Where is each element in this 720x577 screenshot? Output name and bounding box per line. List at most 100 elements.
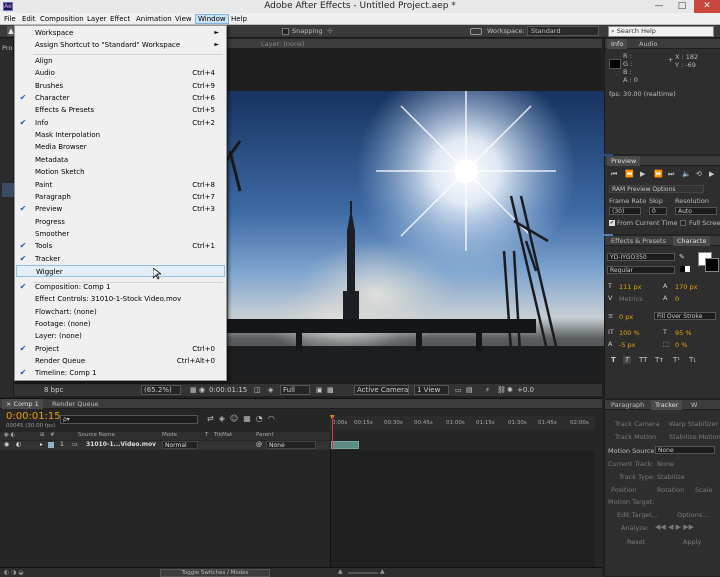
workspace-select[interactable]: Standard bbox=[527, 26, 599, 36]
parent-pickwhip-icon[interactable]: @ bbox=[256, 441, 262, 448]
frame-rate-dropdown[interactable]: (30) bbox=[609, 207, 641, 215]
menu-item-tools[interactable]: ✔ Tools Ctrl+1 bbox=[16, 240, 225, 252]
layer-mode-dropdown[interactable]: Normal bbox=[162, 441, 198, 449]
leading-value[interactable]: 170 px bbox=[675, 283, 697, 291]
tab-comp1[interactable]: × Comp 1 bbox=[2, 399, 43, 409]
layer-name[interactable]: 31010-1...Video.mov bbox=[86, 441, 156, 448]
tab-info[interactable]: Info bbox=[607, 39, 628, 49]
baseline-value[interactable]: -5 px bbox=[619, 341, 636, 349]
apply-button[interactable]: Apply bbox=[683, 538, 701, 546]
menu-item-footage-none[interactable]: Footage: (none) bbox=[16, 318, 225, 330]
from-current-checkbox[interactable]: ✔ bbox=[609, 220, 615, 226]
menu-item-align[interactable]: Align bbox=[16, 55, 225, 67]
fast-preview-icon[interactable]: ⚡ bbox=[485, 386, 490, 394]
reset-button[interactable]: Reset bbox=[627, 538, 645, 546]
menu-help[interactable]: Help bbox=[229, 14, 249, 24]
flowchart-icon[interactable]: ⛓ bbox=[497, 386, 506, 394]
menu-item-project[interactable]: ✔ Project Ctrl+0 bbox=[16, 343, 225, 355]
tab-paragraph[interactable]: Paragraph bbox=[607, 400, 648, 410]
hscale-value[interactable]: 95 % bbox=[675, 329, 692, 337]
font-size-value[interactable]: 111 px bbox=[619, 283, 641, 291]
tsume-value[interactable]: 0 % bbox=[675, 341, 687, 349]
exposure-value[interactable]: +0.0 bbox=[517, 386, 534, 394]
stroke-type-dropdown[interactable]: Fill Over Stroke bbox=[654, 312, 716, 320]
tab-tracker[interactable]: Tracker bbox=[651, 400, 683, 410]
tab-preview[interactable]: Preview bbox=[607, 156, 641, 166]
menu-item-effect-controls-31010-1-stock-video-mov[interactable]: Effect Controls: 31010-1-Stock Video.mov bbox=[16, 293, 225, 305]
layer-tab[interactable]: Layer: (none) bbox=[257, 39, 309, 49]
project-tab-label[interactable]: Pro bbox=[2, 44, 12, 52]
eyedropper-icon[interactable]: ✎ bbox=[679, 253, 685, 261]
snapping-checkbox[interactable] bbox=[282, 28, 289, 35]
stabilize-motion-button[interactable]: Stabilize Motion bbox=[669, 433, 720, 441]
track-camera-button[interactable]: Track Camera bbox=[615, 420, 660, 428]
menu-item-preview[interactable]: ✔ Preview Ctrl+3 bbox=[16, 203, 225, 215]
camera-dropdown[interactable]: Active Camera bbox=[354, 385, 409, 395]
small-caps-icon[interactable]: Tт bbox=[655, 356, 663, 364]
menu-file[interactable]: File bbox=[2, 14, 18, 24]
viewer-timecode[interactable]: 0:00:01:15 bbox=[209, 386, 247, 394]
subscript-icon[interactable]: T₁ bbox=[689, 356, 696, 364]
graph-editor-icon[interactable]: ◠ bbox=[268, 414, 280, 423]
layout-icon[interactable]: ▤ bbox=[466, 386, 473, 394]
menu-item-layer-none[interactable]: Layer: (none) bbox=[16, 330, 225, 342]
track-type-value[interactable]: Stabilize bbox=[657, 473, 685, 481]
menu-animation[interactable]: Animation bbox=[134, 14, 174, 24]
search-help-field[interactable]: ⌕ Search Help bbox=[608, 26, 714, 37]
font-style-dropdown[interactable]: Regular bbox=[607, 266, 675, 274]
zoom-out-icon[interactable]: ▲ bbox=[338, 568, 343, 575]
options-button[interactable]: Options... bbox=[677, 511, 708, 519]
vscale-value[interactable]: 100 % bbox=[619, 329, 640, 337]
scale-option[interactable]: Scale bbox=[695, 486, 713, 494]
audio-icon[interactable]: 🔈 bbox=[682, 170, 691, 178]
menu-effect[interactable]: Effect bbox=[108, 14, 132, 24]
edit-target-button[interactable]: Edit Target... bbox=[617, 511, 658, 519]
snapshot-icon[interactable]: ◫ bbox=[254, 386, 261, 394]
loop-icon[interactable]: ⟲ bbox=[696, 170, 702, 178]
current-track-value[interactable]: None bbox=[657, 460, 674, 468]
stroke-color-swatch[interactable] bbox=[705, 258, 719, 272]
tab-effects-presets[interactable]: Effects & Presets bbox=[607, 236, 670, 246]
menu-item-tracker[interactable]: ✔ Tracker bbox=[16, 253, 225, 265]
exposure-icon[interactable]: ✺ bbox=[507, 386, 513, 394]
expand-triangle-icon[interactable]: ▸ bbox=[40, 441, 43, 448]
grid-icon[interactable]: ▦ bbox=[190, 386, 197, 394]
col-trkmat[interactable]: TrkMat bbox=[214, 432, 232, 438]
menu-item-mask-interpolation[interactable]: Mask Interpolation bbox=[16, 129, 225, 141]
zoom-dropdown[interactable]: (65.2%) bbox=[141, 385, 181, 395]
time-ruler[interactable]: ▼ 0:00s 00:15s 00:30s 00:45s 01:00s 01:1… bbox=[330, 414, 595, 430]
comp-flowchart-icon[interactable]: ⇄ bbox=[207, 414, 219, 423]
menu-layer[interactable]: Layer bbox=[85, 14, 109, 24]
menu-item-render-queue[interactable]: Render Queue Ctrl+Alt+0 bbox=[16, 355, 225, 367]
col-t[interactable]: T bbox=[205, 432, 208, 438]
shy-icon[interactable]: ☺ bbox=[230, 414, 243, 423]
maximize-button[interactable]: □ bbox=[671, 0, 693, 13]
close-tab-icon[interactable]: × bbox=[6, 400, 11, 408]
channel-icon[interactable]: ◈ bbox=[268, 386, 273, 394]
footer-icons[interactable]: ◐ ◑ ◒ bbox=[4, 569, 24, 576]
all-caps-icon[interactable]: TT bbox=[639, 356, 647, 364]
menu-item-info[interactable]: ✔ Info Ctrl+2 bbox=[16, 117, 225, 129]
kerning-value[interactable]: Metrics bbox=[619, 295, 643, 303]
zoom-in-icon[interactable]: ▲ bbox=[380, 568, 385, 575]
col-mode[interactable]: Mode bbox=[162, 432, 177, 438]
resolution-dropdown-preview[interactable]: Auto bbox=[675, 207, 717, 215]
minimize-button[interactable]: — bbox=[648, 0, 670, 13]
menu-composition[interactable]: Composition bbox=[38, 14, 86, 24]
skip-dropdown[interactable]: 0 bbox=[649, 207, 667, 215]
full-screen-checkbox[interactable] bbox=[680, 220, 686, 226]
menu-item-flowchart-none[interactable]: Flowchart: (none) bbox=[16, 306, 225, 318]
menu-item-smoother[interactable]: Smoother bbox=[16, 228, 225, 240]
play-icon[interactable]: ▶ bbox=[640, 170, 645, 178]
speaker-icon[interactable]: ◐ bbox=[16, 441, 21, 448]
position-option[interactable]: Position bbox=[611, 486, 636, 494]
rotation-option[interactable]: Rotation bbox=[657, 486, 684, 494]
faux-bold-icon[interactable]: T bbox=[611, 356, 616, 364]
ram-preview-options-dropdown[interactable]: RAM Preview Options bbox=[609, 185, 704, 193]
menu-item-composition-comp-1[interactable]: ✔ Composition: Comp 1 bbox=[16, 281, 225, 293]
label-color-swatch[interactable] bbox=[48, 442, 54, 448]
views-dropdown[interactable]: 1 View bbox=[414, 385, 449, 395]
prev-frame-icon[interactable]: ⏪ bbox=[625, 170, 634, 178]
menu-item-effects-presets[interactable]: Effects & Presets Ctrl+5 bbox=[16, 104, 225, 116]
menu-view[interactable]: View bbox=[173, 14, 194, 24]
